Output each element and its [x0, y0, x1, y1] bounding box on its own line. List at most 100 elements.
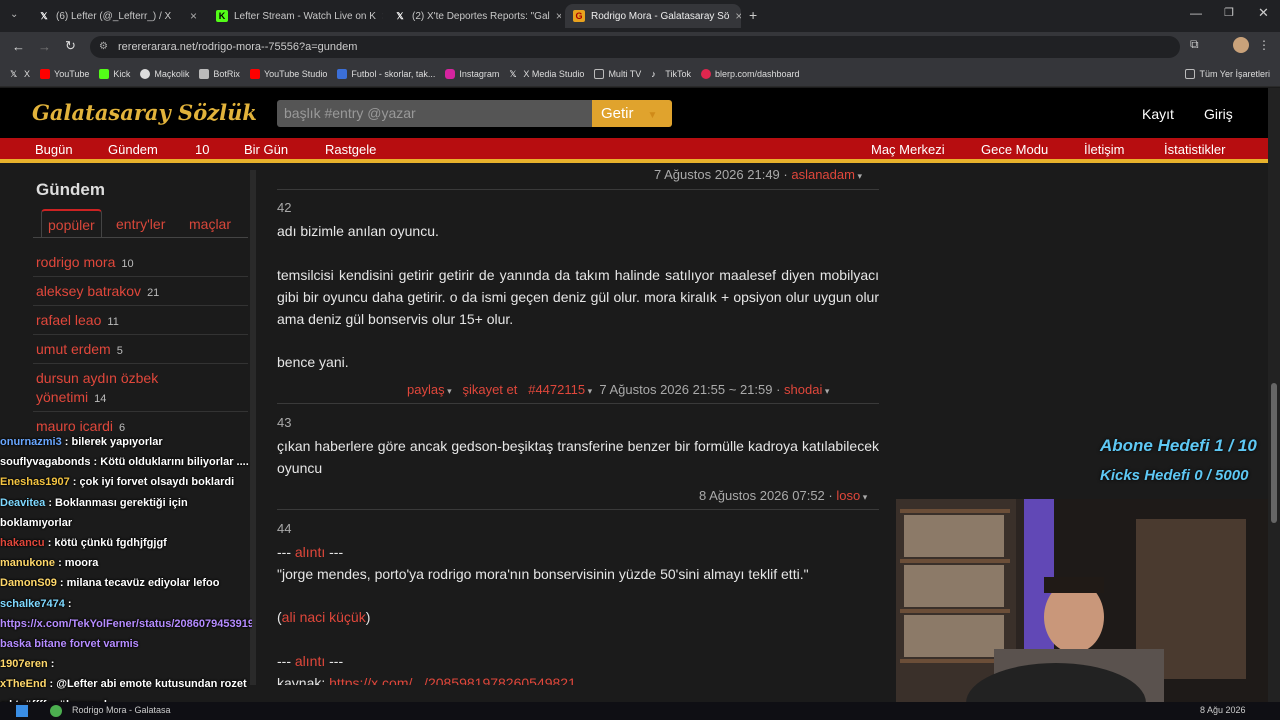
tab-maclar[interactable]: maçlar	[182, 209, 238, 237]
entry-id[interactable]: #4472115	[528, 382, 585, 397]
chevron-down-icon[interactable]: ▾	[860, 492, 868, 502]
x-logo-icon: 𝕏	[10, 69, 18, 79]
youtube-icon	[249, 69, 260, 79]
profile-avatar[interactable]	[1233, 37, 1249, 53]
window-close-icon[interactable]: ✕	[1258, 5, 1269, 21]
bookmark-blerp[interactable]: blerp.com/dashboard	[700, 69, 800, 79]
nav-istatistikler[interactable]: İstatistikler	[1164, 142, 1225, 157]
entry-author[interactable]: loso	[836, 488, 860, 503]
entry-author[interactable]: aslanadam	[791, 167, 855, 182]
quote-label[interactable]: alıntı	[295, 544, 325, 560]
chat-username[interactable]: manukone	[0, 557, 55, 569]
bookmark-x-media-studio[interactable]: 𝕏 X Media Studio	[509, 69, 584, 79]
minimize-icon[interactable]: —	[1190, 6, 1202, 20]
bookmark-kick[interactable]: Kick	[99, 69, 130, 79]
topic-item[interactable]: dursun aydın özbek yönetimi 14	[36, 369, 201, 409]
bookmark-x[interactable]: 𝕏X	[10, 69, 30, 79]
entry-author[interactable]: shodai	[784, 382, 822, 397]
site-logo[interactable]: Galatasaray Sözlük	[32, 100, 257, 125]
new-tab-icon[interactable]: +	[749, 7, 757, 23]
bookmark-botrix[interactable]: BotRix	[199, 69, 240, 79]
tab-lefter-stream[interactable]: K Lefter Stream - Watch Live on K ×	[208, 4, 383, 28]
page-scrollbar[interactable]	[1268, 88, 1280, 702]
bookmark-instagram[interactable]: Instagram	[445, 69, 499, 79]
chat-username[interactable]: Eneshas1907	[0, 476, 70, 488]
complain-button[interactable]: şikayet et	[462, 382, 517, 397]
bookmark-mackolik[interactable]: Maçkolik	[140, 69, 189, 79]
topic-item[interactable]: aleksey batrakov 21	[36, 282, 248, 303]
windows-start-icon[interactable]	[16, 705, 28, 717]
entry-number[interactable]: 42	[277, 200, 291, 215]
source-author-link[interactable]: ali naci küçük	[282, 609, 366, 625]
chat-username[interactable]: souflyvagabonds	[0, 456, 90, 468]
reload-icon[interactable]: ↻	[65, 38, 76, 54]
chat-username[interactable]: Deavitea	[0, 497, 45, 509]
nav-gece-modu[interactable]: Gece Modu	[981, 142, 1048, 157]
nav-gundem[interactable]: Gündem	[108, 142, 158, 157]
tab-title: (2) X'te Deportes Reports: "Gal	[412, 10, 550, 22]
bookmark-label: TikTok	[665, 69, 691, 79]
search-input[interactable]: başlık #entry @yazar	[277, 100, 592, 127]
chat-username[interactable]: hakancu	[0, 537, 45, 549]
taskbar-app-label[interactable]: Rodrigo Mora - Galatasa	[72, 705, 171, 715]
maximize-icon[interactable]: ❐	[1224, 6, 1234, 19]
topic-item[interactable]: umut erdem 5	[36, 340, 248, 361]
bookmark-tiktok[interactable]: ♪ TikTok	[651, 69, 691, 79]
bookmark-futbol[interactable]: Futbol - skorlar, tak...	[337, 69, 435, 79]
tab-populer[interactable]: popüler	[41, 209, 102, 237]
topic-item[interactable]: rafael leao 11	[36, 311, 248, 332]
chat-username[interactable]: DamonS09	[0, 577, 57, 589]
search-button[interactable]: Getir ▼	[592, 100, 672, 127]
quote-dash: ---	[325, 653, 344, 669]
nav-bugun[interactable]: Bugün	[35, 142, 73, 157]
chrome-icon[interactable]	[50, 705, 62, 717]
nav-10[interactable]: 10	[195, 142, 209, 157]
nav-mac-merkezi[interactable]: Maç Merkezi	[871, 142, 945, 157]
nav-iletisim[interactable]: İletişim	[1084, 142, 1124, 157]
chevron-down-icon[interactable]: ▾	[855, 171, 862, 181]
entry-number[interactable]: 44	[277, 521, 291, 536]
nav-rastgele[interactable]: Rastgele	[325, 142, 376, 157]
close-icon[interactable]: ×	[382, 9, 383, 23]
chat-username[interactable]: 1907eren	[0, 658, 48, 670]
x-logo-icon: 𝕏	[396, 10, 404, 21]
quote-label[interactable]: alıntı	[295, 653, 325, 669]
forward-icon[interactable]: →	[38, 39, 51, 54]
entry-text: bence yani.	[277, 354, 349, 370]
chat-username[interactable]: schalke7474	[0, 598, 65, 610]
chevron-down-icon[interactable]: ▾	[822, 386, 830, 396]
site-info-icon[interactable]: ⚙	[99, 36, 108, 58]
chevron-down-icon: ▾	[585, 386, 593, 396]
chat-username[interactable]: onurnazmi3	[0, 436, 62, 448]
tab-search-icon[interactable]: ⌄	[10, 9, 18, 20]
bookmark-youtube[interactable]: YouTube	[40, 69, 89, 79]
chat-username[interactable]: xTheEnd	[0, 678, 46, 690]
url-input[interactable]: ⚙ rerererarara.net/rodrigo-mora--75556?a…	[90, 36, 1180, 58]
entry-number[interactable]: 43	[277, 415, 291, 430]
close-icon[interactable]: ×	[556, 9, 561, 23]
nav-bir-gun[interactable]: Bir Gün	[244, 142, 288, 157]
extensions-icon[interactable]: ⧉	[1190, 37, 1199, 52]
menu-icon[interactable]: ⋮	[1258, 38, 1270, 52]
tab-entryler[interactable]: entry'ler	[109, 209, 172, 237]
tab-rodrigo-mora[interactable]: G Rodrigo Mora - Galatasaray Sö ×	[565, 4, 741, 28]
login-link[interactable]: Giriş	[1204, 106, 1233, 122]
bookmark-youtube-studio[interactable]: YouTube Studio	[249, 69, 327, 79]
bookmark-multi-tv[interactable]: Multi TV	[594, 69, 641, 79]
quote-dash: ---	[277, 544, 295, 560]
close-icon[interactable]: ×	[735, 9, 741, 23]
register-link[interactable]: Kayıt	[1142, 106, 1174, 122]
back-icon[interactable]: ←	[12, 39, 25, 54]
entry-date: 8 Ağustos 2026 07:52 ·	[699, 488, 833, 503]
x-logo-icon: 𝕏	[40, 10, 48, 21]
instagram-icon	[445, 69, 456, 79]
all-bookmarks[interactable]: Tüm Yer İşaretleri	[1185, 69, 1270, 79]
close-icon[interactable]: ×	[190, 9, 197, 23]
scrollbar-thumb[interactable]	[1271, 383, 1277, 523]
topic-item[interactable]: rodrigo mora 10	[36, 253, 248, 274]
tab-lefter-x[interactable]: 𝕏 (6) Lefter (@_Lefterr_) / X ×	[30, 4, 205, 28]
share-button[interactable]: paylaş	[407, 382, 445, 397]
tab-deportes-reports[interactable]: 𝕏 (2) X'te Deportes Reports: "Gal ×	[386, 4, 561, 28]
tab-title: Rodrigo Mora - Galatasaray Sö	[591, 10, 730, 22]
divider	[33, 411, 248, 412]
